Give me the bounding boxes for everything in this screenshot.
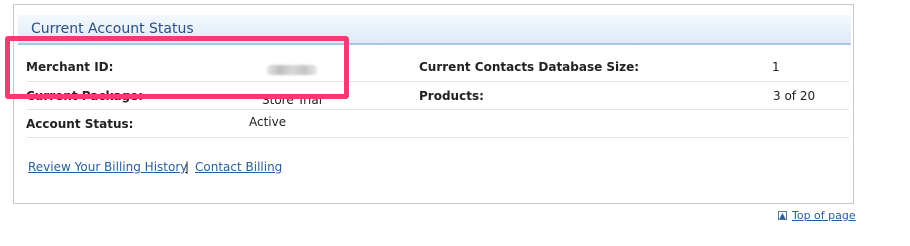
products-label: Products: <box>419 89 484 103</box>
row-divider <box>27 137 849 138</box>
account-status-panel: Current Account Status Merchant ID: Curr… <box>13 4 854 204</box>
top-of-page-link[interactable]: Top of page <box>792 209 856 222</box>
contacts-db-size-value: 1 <box>772 60 780 74</box>
account-status-value: Active <box>249 115 287 129</box>
contacts-db-size-label: Current Contacts Database Size: <box>419 60 640 74</box>
review-billing-history-link[interactable]: Review Your Billing History <box>28 160 187 174</box>
contact-billing-link[interactable]: Contact Billing <box>195 160 282 174</box>
highlight-annotation-box <box>5 36 349 99</box>
link-separator: | <box>185 160 190 174</box>
panel-title: Current Account Status <box>31 21 194 37</box>
row-divider <box>27 109 849 110</box>
up-arrow-box-icon[interactable]: ▲ <box>778 211 787 220</box>
account-status-label: Account Status: <box>26 117 134 131</box>
products-value: 3 of 20 <box>773 89 816 103</box>
